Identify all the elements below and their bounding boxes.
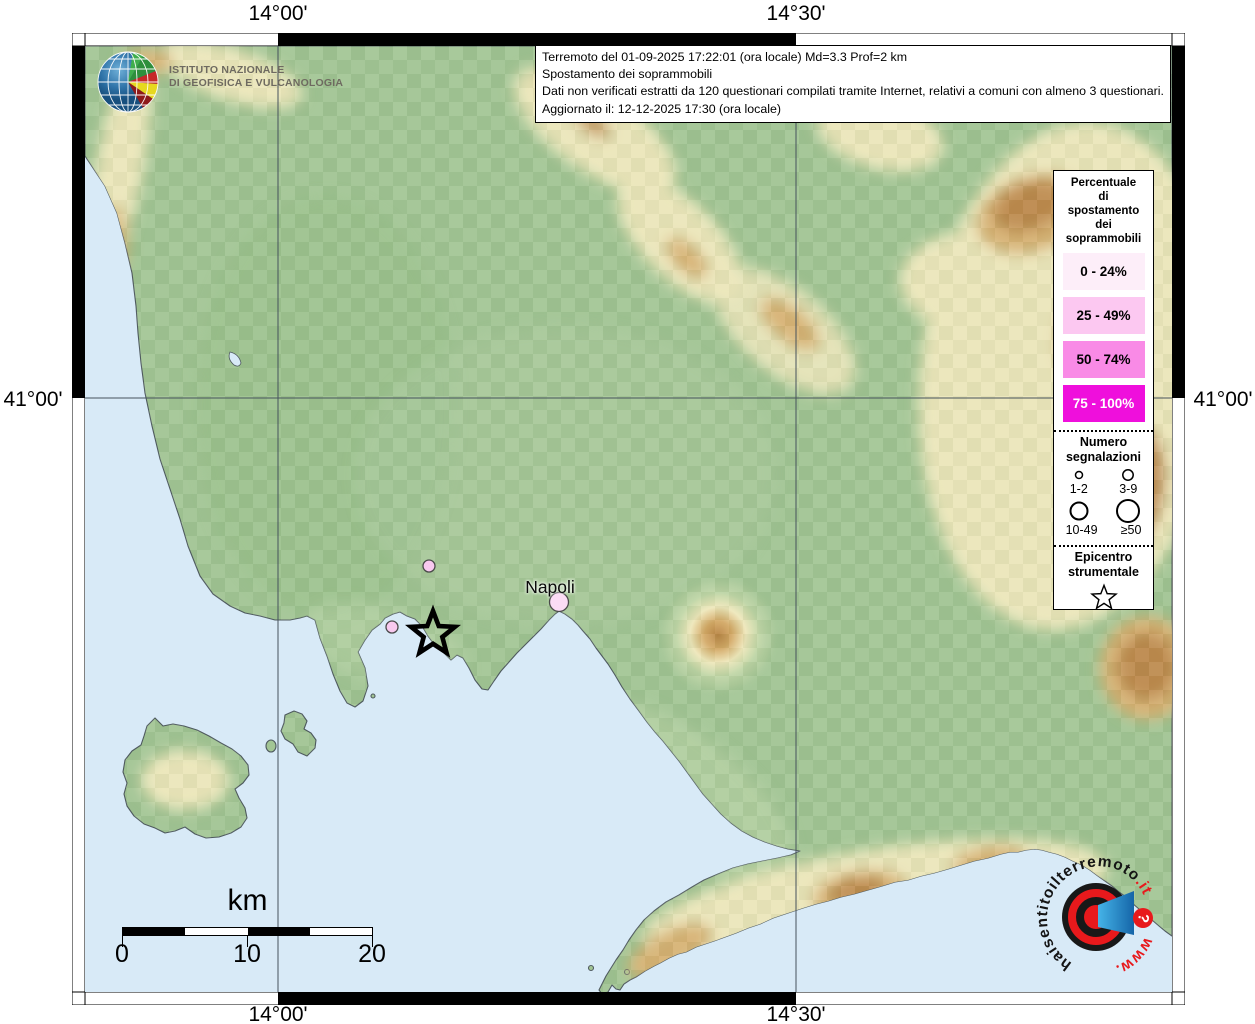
city-label-napoli: Napoli [504, 577, 596, 598]
scalebar-unit: km [215, 884, 280, 918]
signal-size-label: 10-49 [1066, 524, 1098, 537]
report-marker [423, 560, 435, 572]
ingv-logo-icon [96, 50, 160, 114]
epicenter-star-icon [1088, 583, 1120, 613]
axis-label-left: 41°00' [0, 388, 66, 412]
scalebar-label-0: 0 [100, 940, 144, 969]
legend-class-50-74: 50 - 74% [1063, 341, 1145, 378]
event-disclaimer: Dati non verificati estratti da 120 ques… [542, 83, 1164, 100]
event-effect: Spostamento dei soprammobili [542, 66, 1164, 83]
axis-label-top-west: 14°00' [233, 2, 323, 26]
legend-signals-title: Numero segnalazioni [1054, 435, 1153, 465]
event-info-box: Terremoto del 01-09-2025 17:22:01 (ora l… [535, 45, 1171, 123]
ingv-line2: DI GEOFISICA E VULCANOLOGIA [169, 77, 343, 90]
map-canvas: haisentitoilterremoto.it www. ? [72, 33, 1185, 1005]
ingv-logo-text: ISTITUTO NAZIONALE DI GEOFISICA E VULCAN… [169, 64, 343, 90]
axis-label-top-east: 14°30' [751, 2, 841, 26]
circle-1-2-icon [1069, 467, 1089, 483]
scalebar [122, 927, 373, 936]
ingv-line1: ISTITUTO NAZIONALE [169, 64, 343, 77]
legend-separator [1054, 545, 1153, 547]
legend-signal-circles-small [1054, 467, 1153, 483]
legend-class-75-100: 75 - 100% [1063, 385, 1145, 422]
legend-epicenter-title: Epicentro strumentale [1054, 550, 1153, 580]
legend: Percentuale di spostamento dei soprammob… [1053, 170, 1154, 610]
axis-label-bottom-west: 14°00' [233, 1003, 323, 1024]
signal-size-label: ≥50 [1121, 524, 1142, 537]
legend-title: Percentuale di spostamento dei soprammob… [1054, 171, 1153, 246]
axis-label-bottom-east: 14°30' [751, 1003, 841, 1024]
scalebar-label-10: 10 [225, 940, 269, 969]
event-title: Terremoto del 01-09-2025 17:22:01 (ora l… [542, 49, 1164, 66]
report-marker [386, 621, 398, 633]
legend-separator [1054, 430, 1153, 432]
signal-size-label: 3-9 [1119, 483, 1137, 496]
scalebar-label-20: 20 [350, 940, 394, 969]
legend-class-0-24: 0 - 24% [1063, 253, 1145, 290]
map-page: haisentitoilterremoto.it www. ? 14°00' 1… [0, 0, 1255, 1024]
circle-10-49-icon [1065, 498, 1093, 524]
circle-3-9-icon [1118, 467, 1138, 483]
axis-label-right: 41°00' [1190, 388, 1255, 412]
circle-50plus-icon [1114, 498, 1142, 524]
signal-size-label: 1-2 [1070, 483, 1088, 496]
event-updated: Aggiornato il: 12-12-2025 17:30 (ora loc… [542, 101, 1164, 118]
legend-class-25-49: 25 - 49% [1063, 297, 1145, 334]
legend-signal-circles-large [1054, 498, 1153, 524]
